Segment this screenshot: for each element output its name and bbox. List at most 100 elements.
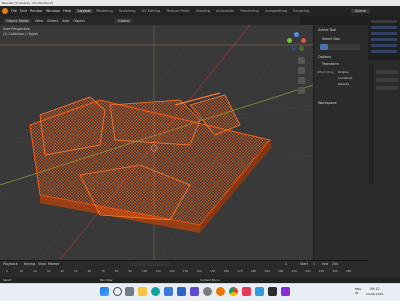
gizmo-x-axis[interactable] xyxy=(301,38,306,43)
timeline-ruler[interactable]: 0 10 20 30 40 50 60 70 80 90 100 110 120 130 140 150 160… xyxy=(0,268,368,277)
end-label: End xyxy=(322,262,329,266)
timeline-view-menu[interactable]: View xyxy=(38,262,46,266)
transform-heading[interactable]: Transform xyxy=(322,62,339,66)
settings-icon[interactable] xyxy=(203,287,212,296)
tab-modeling[interactable]: Modeling xyxy=(93,9,115,13)
timeline-tick-label: 150 xyxy=(210,269,216,273)
timeline-tick-label: 200 xyxy=(278,269,284,273)
timeline-tick-label: 70 xyxy=(101,269,105,273)
tab-texture-paint[interactable]: Texture Paint xyxy=(163,9,192,13)
menu-view[interactable]: View xyxy=(35,19,44,23)
pan-hand-icon[interactable] xyxy=(298,67,305,74)
outliner-row[interactable] xyxy=(371,50,397,53)
status-select: Select xyxy=(3,278,12,282)
window-title: Blender [C:\Users\...\model.blend] xyxy=(2,1,53,5)
origins-checkbox[interactable]: Origins xyxy=(338,70,349,74)
workspace-heading[interactable]: Workspace xyxy=(318,101,337,105)
search-icon[interactable] xyxy=(113,287,122,296)
timeline-tick-label: 250 xyxy=(346,269,352,273)
locations-checkbox[interactable]: Locations xyxy=(338,76,352,80)
menu-edit[interactable]: Edit xyxy=(20,9,27,13)
menu-add[interactable]: Add xyxy=(62,19,69,23)
mail-icon[interactable] xyxy=(177,287,186,296)
tab-uv-editing[interactable]: UV Editing xyxy=(139,9,164,13)
tool-mode-buttons[interactable] xyxy=(320,44,360,50)
orientation-dropdown[interactable]: Global xyxy=(114,18,133,23)
gizmo-y-axis[interactable] xyxy=(287,38,292,43)
tab-layout[interactable]: Layout xyxy=(75,9,94,13)
properties-tab-icons[interactable] xyxy=(369,64,374,184)
file-explorer-icon[interactable] xyxy=(138,287,147,296)
object-mode-dropdown[interactable]: Object Mode xyxy=(4,18,31,23)
app-icon-extra[interactable] xyxy=(281,287,290,296)
menu-select[interactable]: Select xyxy=(47,19,58,23)
terminal-icon[interactable] xyxy=(268,287,277,296)
outliner-row[interactable] xyxy=(371,32,397,35)
outliner-row[interactable] xyxy=(371,26,397,29)
playback-controls[interactable] xyxy=(130,262,170,266)
status-pan: Pan View xyxy=(100,278,113,282)
gizmo-z-axis[interactable] xyxy=(294,32,299,37)
menu-object[interactable]: Object xyxy=(73,19,85,23)
end-frame-field[interactable]: 250 xyxy=(332,262,338,266)
gizmo-neg-y[interactable] xyxy=(299,46,304,51)
timeline-tick-label: 180 xyxy=(250,269,257,273)
timeline-marker-menu[interactable]: Marker xyxy=(48,262,59,266)
tab-animation[interactable]: Animation xyxy=(213,9,237,13)
zoom-icon[interactable] xyxy=(298,57,305,64)
timeline-tick-label: 80 xyxy=(114,269,119,273)
parents-checkbox[interactable]: Parents xyxy=(338,82,349,86)
properties-field[interactable] xyxy=(376,86,398,90)
menu-window[interactable]: Window xyxy=(46,9,60,13)
options-heading[interactable]: Options xyxy=(318,55,331,59)
current-frame-field[interactable]: 1 xyxy=(285,262,287,266)
timeline-tick-label: 160 xyxy=(223,269,229,273)
chrome-icon[interactable] xyxy=(229,287,238,296)
3d-viewport[interactable]: User Perspective (1) Collection | Object xyxy=(0,25,313,260)
tab-rendering[interactable]: Rendering xyxy=(237,9,261,13)
timeline-playback-menu[interactable]: Playback xyxy=(3,262,18,266)
properties-panel[interactable] xyxy=(368,60,400,277)
tab-sculpting[interactable]: Sculpting xyxy=(116,9,139,13)
start-frame-field[interactable]: 1 xyxy=(313,262,315,266)
outliner-row[interactable] xyxy=(371,38,397,41)
tab-scripting[interactable]: Scripting xyxy=(290,9,312,13)
timeline-tick-label: 240 xyxy=(332,269,338,273)
timeline-keying-menu[interactable]: Keying xyxy=(24,262,35,266)
navigation-gizmo[interactable] xyxy=(287,32,307,52)
tool-mode-active[interactable] xyxy=(320,44,328,50)
edge-icon[interactable] xyxy=(151,287,160,296)
outliner-panel[interactable] xyxy=(368,16,400,60)
tab-compositing[interactable]: Compositing xyxy=(262,9,291,13)
wireframe-model[interactable] xyxy=(0,25,313,260)
blender-taskbar-icon[interactable] xyxy=(216,287,225,296)
timeline-tick-label: 110 xyxy=(155,269,161,273)
start-icon[interactable] xyxy=(100,287,109,296)
tab-shading[interactable]: Shading xyxy=(192,9,213,13)
active-tool-heading[interactable]: Active Tool xyxy=(318,28,336,32)
store-icon[interactable] xyxy=(164,287,173,296)
camera-view-icon[interactable] xyxy=(298,77,305,84)
photos-icon[interactable] xyxy=(255,287,264,296)
music-icon[interactable] xyxy=(242,287,251,296)
app-icon[interactable] xyxy=(190,287,199,296)
task-view-icon[interactable] xyxy=(125,287,134,296)
outliner-row[interactable] xyxy=(371,44,397,47)
properties-field[interactable] xyxy=(376,70,398,74)
gizmo-neg-z[interactable] xyxy=(291,46,296,51)
properties-field[interactable] xyxy=(376,78,398,82)
timeline-tick-label: 20 xyxy=(33,269,37,273)
start-label: Start xyxy=(300,262,309,266)
menu-file[interactable]: File xyxy=(11,9,17,13)
menu-help[interactable]: Help xyxy=(63,9,71,13)
menu-render[interactable]: Render xyxy=(30,9,43,13)
language-indicator[interactable]: ENG IN xyxy=(355,287,361,295)
timeline-tick-label: 0 xyxy=(6,269,8,273)
timeline-tick-label: 210 xyxy=(291,269,297,273)
blender-logo-icon[interactable] xyxy=(2,8,8,14)
clock-date[interactable]: 24-06-2024 xyxy=(366,292,383,296)
perspective-grid-icon[interactable] xyxy=(298,87,305,94)
outliner-row[interactable] xyxy=(371,20,397,23)
clock-time[interactable]: 09:12 xyxy=(370,287,380,291)
scene-selector[interactable]: Scene xyxy=(351,9,370,13)
